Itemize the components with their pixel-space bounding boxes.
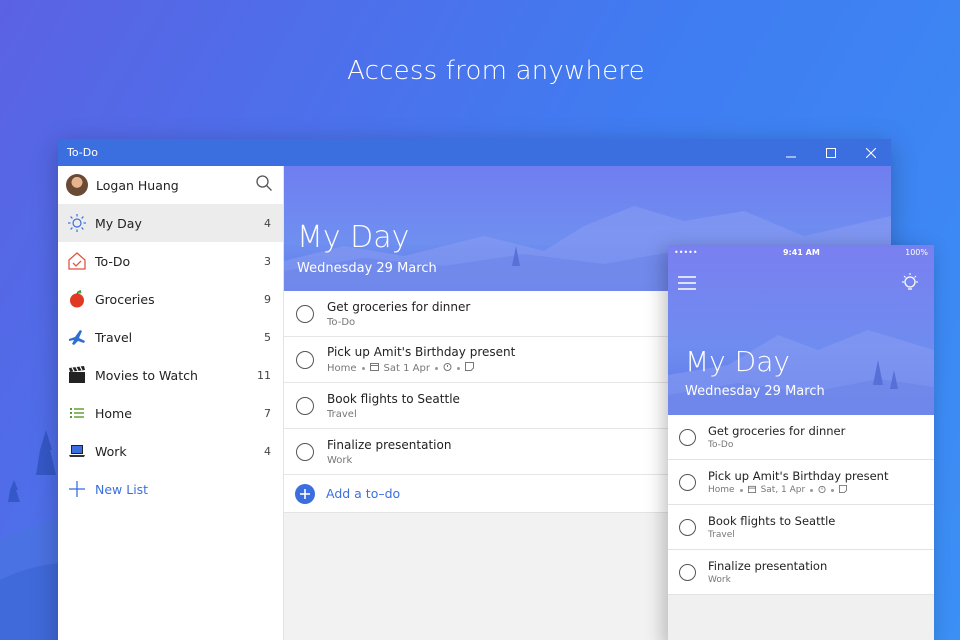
complete-checkbox[interactable] (296, 442, 314, 461)
maximize-icon[interactable] (811, 139, 851, 166)
phone-app: ••••• 9:41 AM 100% My Day Wednesday 29 M… (668, 245, 934, 640)
complete-checkbox[interactable] (296, 304, 314, 323)
task-title: Book flights to Seattle (327, 391, 460, 406)
note-icon (839, 484, 848, 496)
sidebar-item-my-day[interactable]: My Day 4 (58, 204, 283, 242)
task-row[interactable]: Pick up Amit's Birthday present Home Sat… (668, 460, 934, 505)
sun-icon (66, 212, 88, 234)
sidebar-item-groceries[interactable]: Groceries 9 (58, 280, 283, 318)
task-row[interactable]: Book flights to Seattle Travel (668, 505, 934, 550)
calendar-icon (747, 485, 756, 496)
task-title: Book flights to Seattle (708, 514, 836, 528)
task-list-name: Travel (708, 530, 735, 540)
sidebar-item-label: Groceries (95, 291, 155, 307)
home-icon (66, 250, 88, 272)
task-due-date: Sat, 1 Apr (760, 485, 806, 495)
sidebar-item-label: My Day (95, 215, 142, 231)
reminder-icon (443, 362, 452, 374)
battery-level: 100% (905, 247, 928, 257)
task-title: Finalize presentation (708, 559, 828, 573)
complete-checkbox[interactable] (296, 350, 314, 369)
task-list-name: To-Do (327, 316, 356, 328)
sidebar-item-label: Work (95, 443, 127, 459)
user-row[interactable]: Logan Huang (58, 166, 283, 204)
page-date: Wednesday 29 March (297, 261, 437, 276)
complete-checkbox[interactable] (679, 473, 696, 491)
sidebar-item-count: 9 (264, 292, 271, 306)
headline: Access from anywhere (347, 56, 645, 86)
note-icon (464, 362, 474, 374)
window-title: To-Do (67, 146, 98, 159)
task-title: Get groceries for dinner (708, 424, 846, 438)
task-title: Get groceries for dinner (327, 299, 471, 314)
separator-dot (434, 366, 438, 370)
signal-indicator: ••••• (674, 247, 698, 257)
avatar (66, 174, 88, 196)
sidebar-item-count: 3 (264, 254, 271, 268)
phone-header: ••••• 9:41 AM 100% My Day Wednesday 29 M… (668, 245, 934, 415)
sidebar-item-count: 5 (264, 330, 271, 344)
task-list-name: Home (708, 485, 735, 495)
page-title: My Day (297, 220, 410, 255)
search-icon[interactable] (255, 174, 273, 196)
list-icon (66, 402, 88, 424)
sidebar-item-to-do[interactable]: To-Do 3 (58, 242, 283, 280)
close-icon[interactable] (851, 139, 891, 166)
complete-checkbox[interactable] (679, 428, 696, 446)
phone-page-title: My Day (685, 345, 790, 378)
sidebar-item-count: 7 (264, 406, 271, 420)
sidebar-item-label: Home (95, 405, 132, 421)
sidebar-item-movies-to-watch[interactable]: Movies to Watch 11 (58, 356, 283, 394)
add-icon[interactable] (295, 483, 315, 504)
task-list-name: Travel (327, 408, 357, 420)
task-list-name: To-Do (708, 440, 734, 450)
laptop-icon (66, 440, 88, 462)
task-list-name: Work (708, 575, 731, 585)
status-time: 9:41 AM (782, 247, 820, 257)
reminder-icon (818, 485, 826, 496)
task-row[interactable]: Get groceries for dinner To-Do (668, 415, 934, 460)
task-list-name: Home (327, 362, 357, 374)
sidebar-item-travel[interactable]: Travel 5 (58, 318, 283, 356)
separator-dot (456, 366, 460, 370)
complete-checkbox[interactable] (679, 563, 696, 581)
complete-checkbox[interactable] (296, 396, 314, 415)
task-due-date: Sat 1 Apr (383, 362, 430, 374)
complete-checkbox[interactable] (679, 518, 696, 536)
airplane-icon (66, 326, 88, 348)
title-bar: To-Do (58, 139, 891, 166)
add-todo-placeholder: Add a to–do (326, 486, 401, 501)
sidebar: Logan Huang My Day 4 To-Do 3 Groceries 9 (58, 166, 284, 640)
status-bar: ••••• 9:41 AM 100% (668, 245, 934, 259)
task-list-name: Work (327, 454, 353, 466)
plus-icon (66, 478, 88, 500)
apple-icon (66, 288, 88, 310)
calendar-icon (369, 362, 379, 374)
user-name: Logan Huang (96, 177, 179, 193)
sidebar-item-home[interactable]: Home 7 (58, 394, 283, 432)
minimize-icon[interactable] (771, 139, 811, 166)
task-title: Finalize presentation (327, 437, 452, 452)
sidebar-item-label: To-Do (95, 253, 131, 269)
separator-dot (361, 366, 365, 370)
clapperboard-icon (66, 364, 88, 386)
task-title: Pick up Amit's Birthday present (708, 468, 889, 483)
sidebar-item-work[interactable]: Work 4 (58, 432, 283, 470)
separator-dot (739, 488, 743, 492)
sidebar-item-count: 4 (264, 444, 271, 458)
task-title: Pick up Amit's Birthday present (327, 345, 516, 359)
new-list-button[interactable]: New List (58, 470, 283, 508)
lightbulb-icon[interactable] (900, 273, 920, 297)
task-row[interactable]: Finalize presentation Work (668, 550, 934, 595)
phone-page-date: Wednesday 29 March (685, 384, 825, 399)
new-list-label: New List (95, 481, 149, 497)
sidebar-item-label: Travel (95, 329, 133, 345)
separator-dot (831, 488, 835, 492)
sidebar-item-label: Movies to Watch (95, 367, 198, 383)
sidebar-item-count: 4 (264, 216, 271, 230)
sidebar-item-count: 11 (257, 368, 271, 382)
separator-dot (810, 488, 814, 492)
hamburger-menu-icon[interactable] (678, 275, 696, 294)
